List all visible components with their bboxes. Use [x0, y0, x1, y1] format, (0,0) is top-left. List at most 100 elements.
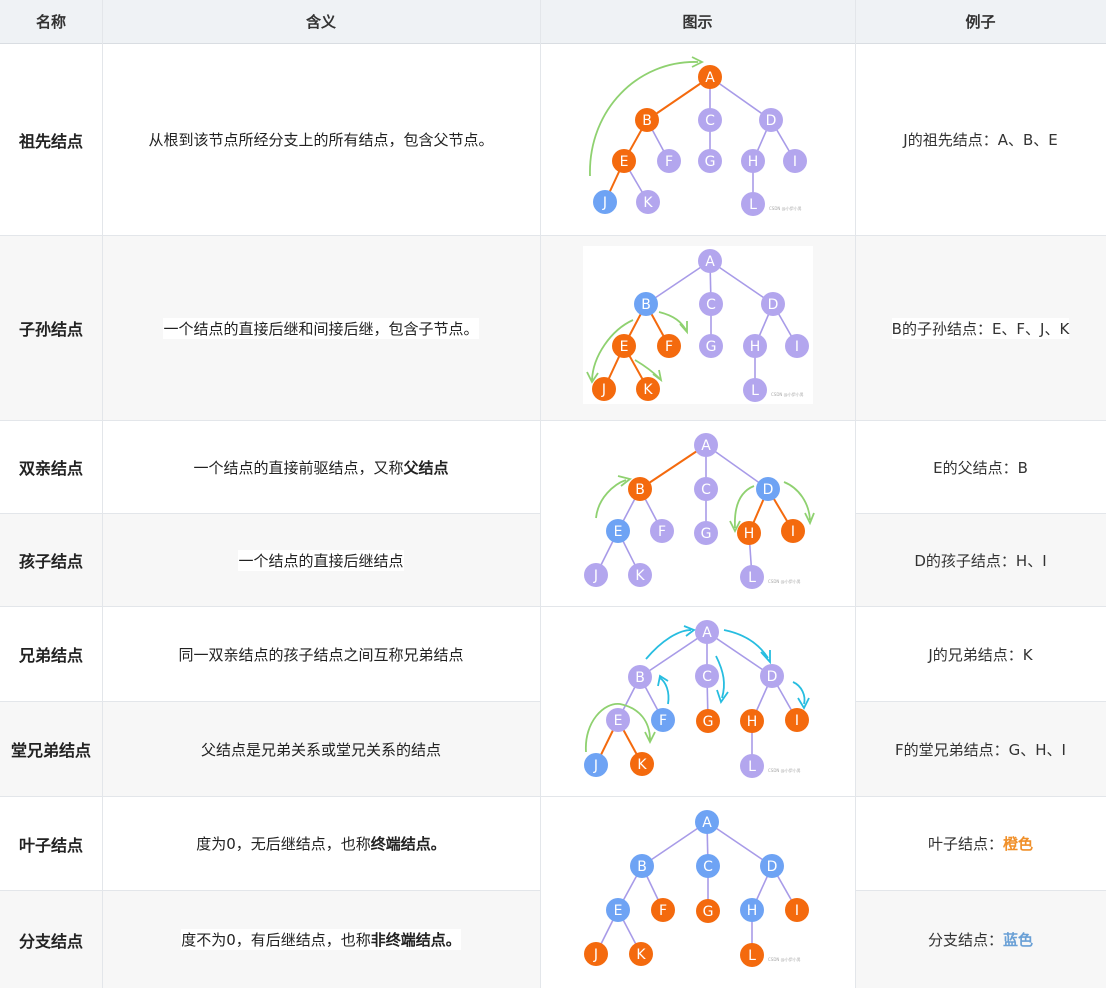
tree-node-h: H	[741, 149, 765, 173]
svg-text:E: E	[620, 154, 629, 170]
meaning-text: 一个结点的直接后继结点	[238, 549, 404, 571]
svg-text:F: F	[659, 713, 667, 729]
tree-node-i: I	[785, 334, 809, 358]
svg-text:E: E	[614, 524, 623, 540]
tree-node-a: A	[698, 65, 722, 89]
svg-text:A: A	[702, 625, 712, 641]
header-example: 例子	[855, 0, 1106, 44]
tree-node-f: F	[650, 519, 674, 543]
svg-text:I: I	[793, 154, 797, 170]
svg-text:L: L	[751, 383, 759, 399]
svg-text:C: C	[706, 297, 716, 313]
svg-text:G: G	[705, 154, 716, 170]
svg-text:J: J	[601, 382, 606, 398]
svg-text:L: L	[748, 759, 756, 775]
tree-diagram-leaf-branch: A B C D E F G H I J K L CSDN @小伊小男	[574, 803, 824, 983]
svg-text:D: D	[768, 297, 779, 313]
relation-arrow	[657, 674, 670, 705]
svg-text:C: C	[702, 669, 712, 685]
svg-text:C: C	[705, 113, 715, 129]
svg-text:D: D	[766, 113, 777, 129]
meaning-text: 度不为0，有后继结点，也称非终端结点。	[181, 929, 461, 950]
svg-text:F: F	[665, 154, 673, 170]
svg-text:D: D	[763, 482, 774, 498]
header-meaning: 含义	[102, 0, 540, 44]
column-divider	[540, 0, 541, 988]
svg-text:E: E	[614, 713, 623, 729]
svg-text:K: K	[636, 947, 646, 963]
svg-text:D: D	[767, 859, 778, 875]
tree-node-e: E	[612, 334, 636, 358]
tree-node-d: D	[760, 664, 784, 688]
svg-text:B: B	[635, 482, 645, 498]
watermark: CSDN @小伊小男	[771, 391, 804, 397]
row-example-sibling: J的兄弟结点：K	[855, 607, 1106, 702]
example-color-text: 蓝色	[1003, 931, 1034, 949]
relation-arrow	[723, 629, 771, 665]
row-name-ancestor: 祖先结点	[0, 44, 102, 236]
row-name-descendant: 子孙结点	[0, 236, 102, 421]
tree-node-f: F	[651, 708, 675, 732]
tree-node-h: H	[743, 334, 767, 358]
tree-node-l: L	[743, 378, 767, 402]
tree-node-j: J	[584, 753, 608, 777]
header-name: 名称	[0, 0, 102, 44]
svg-text:G: G	[706, 339, 717, 355]
row-example-descendant: B的子孙结点：E、F、J、K	[855, 236, 1106, 421]
watermark: CSDN @小伊小男	[768, 767, 801, 773]
tree-node-c: C	[699, 292, 723, 316]
svg-text:G: G	[703, 904, 714, 920]
svg-text:B: B	[637, 859, 647, 875]
svg-text:F: F	[659, 903, 667, 919]
tree-node-g: G	[698, 149, 722, 173]
tree-node-b: B	[628, 665, 652, 689]
relation-arrow	[645, 625, 696, 660]
watermark: CSDN @小伊小男	[768, 578, 801, 584]
tree-node-k: K	[636, 190, 660, 214]
meaning-text: 一个结点的直接前驱结点，又称	[193, 458, 404, 477]
tree-diagram-ancestor: A B C D E F G H I J K L CSDN @小伊小男	[578, 50, 818, 230]
row-name-cousin: 堂兄弟结点	[0, 702, 102, 797]
svg-text:A: A	[701, 438, 711, 454]
svg-text:A: A	[705, 254, 715, 270]
row-name-parent: 双亲结点	[0, 421, 102, 514]
svg-text:I: I	[795, 339, 799, 355]
relation-arrow	[658, 311, 688, 335]
svg-text:F: F	[658, 524, 666, 540]
tree-node-g: G	[694, 521, 718, 545]
example-color-text: 橙色	[1003, 835, 1034, 853]
svg-text:L: L	[748, 948, 756, 964]
svg-text:H: H	[750, 339, 761, 355]
row-meaning-leaf: 度为0，无后继结点，也称 终端结点。	[102, 797, 540, 891]
svg-text:A: A	[705, 70, 715, 86]
row-example-cousin: F的堂兄弟结点：G、H、I	[855, 702, 1106, 797]
tree-node-l: L	[741, 192, 765, 216]
tree-diagram-sibling: A B C D E F G H I J K L CSDN @小伊小男	[574, 612, 824, 792]
tree-node-a: A	[698, 249, 722, 273]
tree-node-k: K	[628, 563, 652, 587]
tree-node-k: K	[636, 377, 660, 401]
svg-text:G: G	[703, 714, 714, 730]
row-meaning-cousin: 父结点是兄弟关系或堂兄关系的结点	[102, 702, 540, 797]
svg-text:I: I	[795, 713, 799, 729]
row-meaning-parent: 一个结点的直接前驱结点，又称 父结点	[102, 421, 540, 514]
row-example-leaf: 叶子结点： 橙色	[855, 797, 1106, 891]
tree-node-h: H	[740, 898, 764, 922]
tree-node-b: B	[634, 292, 658, 316]
tree-node-f: F	[657, 334, 681, 358]
svg-text:B: B	[635, 670, 645, 686]
tree-node-i: I	[781, 519, 805, 543]
svg-text:H: H	[747, 903, 758, 919]
meaning-text: 一个结点的直接后继和间接后继，包含子节点。	[163, 317, 479, 339]
svg-text:B: B	[641, 297, 651, 313]
row-name-child: 孩子结点	[0, 514, 102, 607]
tree-node-i: I	[785, 708, 809, 732]
tree-node-c: C	[695, 664, 719, 688]
svg-text:C: C	[703, 859, 713, 875]
meaning-bold-text: 父结点	[403, 458, 449, 477]
tree-node-g: G	[696, 709, 720, 733]
watermark: CSDN @小伊小男	[769, 205, 802, 211]
tree-node-g: G	[699, 334, 723, 358]
tree-node-d: D	[756, 477, 780, 501]
tree-node-a: A	[694, 433, 718, 457]
